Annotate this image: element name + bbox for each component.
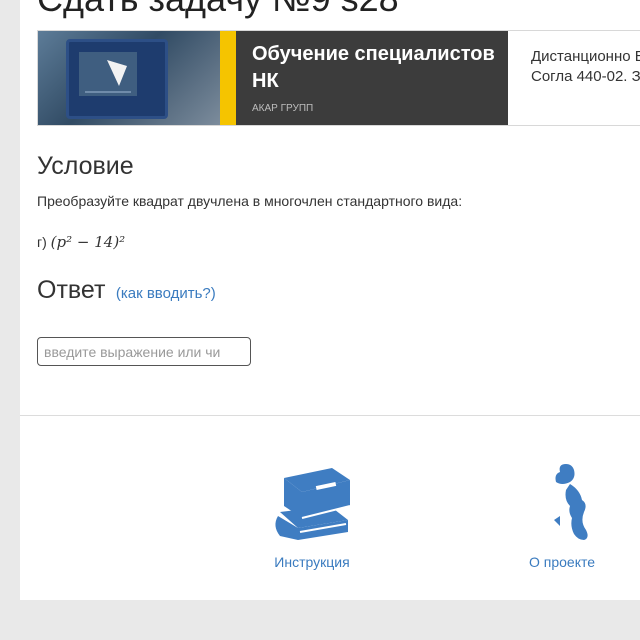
answer-heading: Ответ bbox=[37, 276, 106, 304]
ad-device-illustration bbox=[66, 39, 168, 119]
answer-input[interactable] bbox=[37, 337, 251, 366]
ad-brand: АКАР ГРУПП bbox=[252, 103, 314, 114]
task-item-label: г) bbox=[37, 234, 47, 250]
ad-heading[interactable]: Обучение специалистов НК bbox=[252, 41, 514, 95]
footer-divider bbox=[20, 415, 640, 416]
answer-header: Ответ (как вводить?) bbox=[37, 276, 216, 305]
ad-text-panel: Обучение специалистов НК АКАР ГРУПП bbox=[236, 31, 508, 125]
footer-about-label[interactable]: О проекте bbox=[492, 554, 632, 570]
page-title: Сдать задачу №9 s28 bbox=[37, 0, 399, 20]
condition-heading: Условие bbox=[37, 152, 134, 180]
ad-accent-stripe bbox=[220, 31, 236, 125]
ad-banner[interactable]: Обучение специалистов НК АКАР ГРУПП Дист… bbox=[37, 30, 640, 126]
footer-instructions[interactable]: Инструкция bbox=[242, 460, 382, 570]
ad-screen-graphic bbox=[85, 60, 131, 93]
ad-screen-shape bbox=[107, 60, 127, 86]
ad-image bbox=[38, 31, 220, 125]
task-prompt: Преобразуйте квадрат двучлена в многочле… bbox=[37, 193, 463, 209]
input-help-link[interactable]: (как вводить?) bbox=[116, 285, 216, 302]
task-item: г) (p² − 14)² bbox=[37, 233, 125, 251]
footer-about[interactable]: О проекте bbox=[492, 460, 632, 570]
ad-device-screen bbox=[79, 52, 137, 96]
task-expression: (p² − 14)² bbox=[50, 233, 126, 251]
footer-instructions-label[interactable]: Инструкция bbox=[242, 554, 382, 570]
about-icon bbox=[554, 464, 588, 540]
ad-description: Дистанционно Быстро. Согла 440-02. Звони… bbox=[531, 48, 640, 85]
books-icon bbox=[275, 468, 351, 540]
